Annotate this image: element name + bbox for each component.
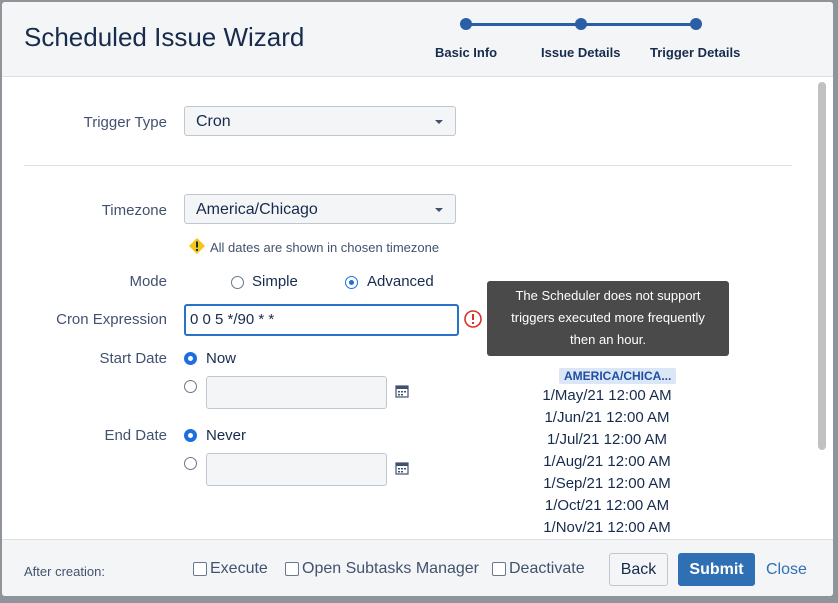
tooltip-line: triggers executed more frequently	[511, 310, 705, 325]
chevron-down-icon	[435, 120, 443, 124]
mode-advanced-label[interactable]: Advanced	[367, 273, 434, 290]
cron-expression-label: Cron Expression	[56, 311, 167, 328]
end-date-label: End Date	[104, 427, 167, 444]
timezone-value: America/Chicago	[196, 201, 318, 218]
tooltip-line: then an hour.	[570, 332, 646, 347]
preview-date: 1/Nov/21 12:00 AM	[543, 519, 671, 536]
open-subtasks-manager-checkbox[interactable]	[285, 562, 299, 576]
trigger-type-label: Trigger Type	[83, 114, 167, 131]
tooltip-line: The Scheduler does not support	[515, 288, 701, 303]
step-label-basic-info[interactable]: Basic Info	[435, 45, 497, 60]
step-label-trigger-details[interactable]: Trigger Details	[650, 45, 740, 60]
chevron-down-icon	[435, 208, 443, 212]
execute-label[interactable]: Execute	[210, 560, 268, 578]
step-dot-trigger-details[interactable]	[690, 18, 702, 30]
end-date-never-radio[interactable]	[184, 429, 197, 442]
step-dot-basic-info[interactable]	[460, 18, 472, 30]
deactivate-checkbox[interactable]	[492, 562, 506, 576]
preview-date: 1/Jun/21 12:00 AM	[544, 409, 670, 426]
deactivate-label[interactable]: Deactivate	[509, 560, 585, 578]
mode-label: Mode	[129, 273, 167, 290]
preview-date: 1/Oct/21 12:00 AM	[544, 497, 670, 514]
start-date-now-radio[interactable]	[184, 352, 197, 365]
preview-date: 1/Sep/21 12:00 AM	[543, 475, 671, 492]
timezone-hint: All dates are shown in chosen timezone	[210, 240, 440, 255]
start-date-custom-radio[interactable]	[184, 380, 197, 393]
end-date-never-label[interactable]: Never	[206, 427, 246, 444]
preview-date: 1/Jul/21 12:00 AM	[546, 431, 668, 448]
mode-advanced-radio[interactable]	[345, 276, 358, 289]
dialog-title: Scheduled Issue Wizard	[24, 22, 305, 52]
cron-error-tooltip: The Scheduler does not support triggers …	[487, 281, 729, 356]
trigger-type-value: Cron	[196, 113, 231, 130]
dialog-footer: After creation: Execute Open Subtasks Ma…	[2, 539, 833, 596]
start-date-input[interactable]	[206, 376, 387, 409]
after-creation-label: After creation:	[24, 564, 105, 579]
back-button[interactable]: Back	[609, 553, 668, 586]
start-date-now-label[interactable]: Now	[206, 350, 236, 367]
end-date-custom-radio[interactable]	[184, 457, 197, 470]
trigger-type-select[interactable]: Cron	[184, 106, 456, 136]
calendar-icon[interactable]	[395, 384, 409, 398]
step-label-issue-details[interactable]: Issue Details	[541, 45, 621, 60]
timezone-select[interactable]: America/Chicago	[184, 194, 456, 224]
start-date-label: Start Date	[99, 350, 167, 367]
mode-simple-radio[interactable]	[231, 276, 244, 289]
open-subtasks-manager-label[interactable]: Open Subtasks Manager	[302, 560, 479, 578]
preview-timezone-badge: AMERICA/CHICA...	[559, 368, 677, 384]
calendar-icon[interactable]	[395, 461, 409, 475]
preview-date: 1/Aug/21 12:00 AM	[543, 453, 671, 470]
preview-date: 1/May/21 12:00 AM	[542, 387, 672, 404]
timezone-label: Timezone	[101, 202, 167, 219]
scrollbar-thumb[interactable]	[818, 82, 826, 450]
dialog-body: Trigger Type Cron Timezone America/Chica…	[2, 77, 833, 539]
execute-checkbox[interactable]	[193, 562, 207, 576]
close-link[interactable]: Close	[766, 561, 807, 579]
step-dot-issue-details[interactable]	[575, 18, 587, 30]
mode-simple-label[interactable]: Simple	[252, 273, 298, 290]
error-icon	[464, 310, 482, 328]
submit-button[interactable]: Submit	[678, 553, 755, 586]
section-divider	[24, 165, 792, 166]
scheduled-issue-dialog: Scheduled Issue Wizard Basic Info Issue …	[2, 2, 833, 596]
end-date-input[interactable]	[206, 453, 387, 486]
cron-expression-input[interactable]: 0 0 5 */90 * *	[184, 304, 459, 336]
dialog-header: Scheduled Issue Wizard Basic Info Issue …	[2, 2, 833, 77]
warning-icon	[189, 238, 205, 254]
